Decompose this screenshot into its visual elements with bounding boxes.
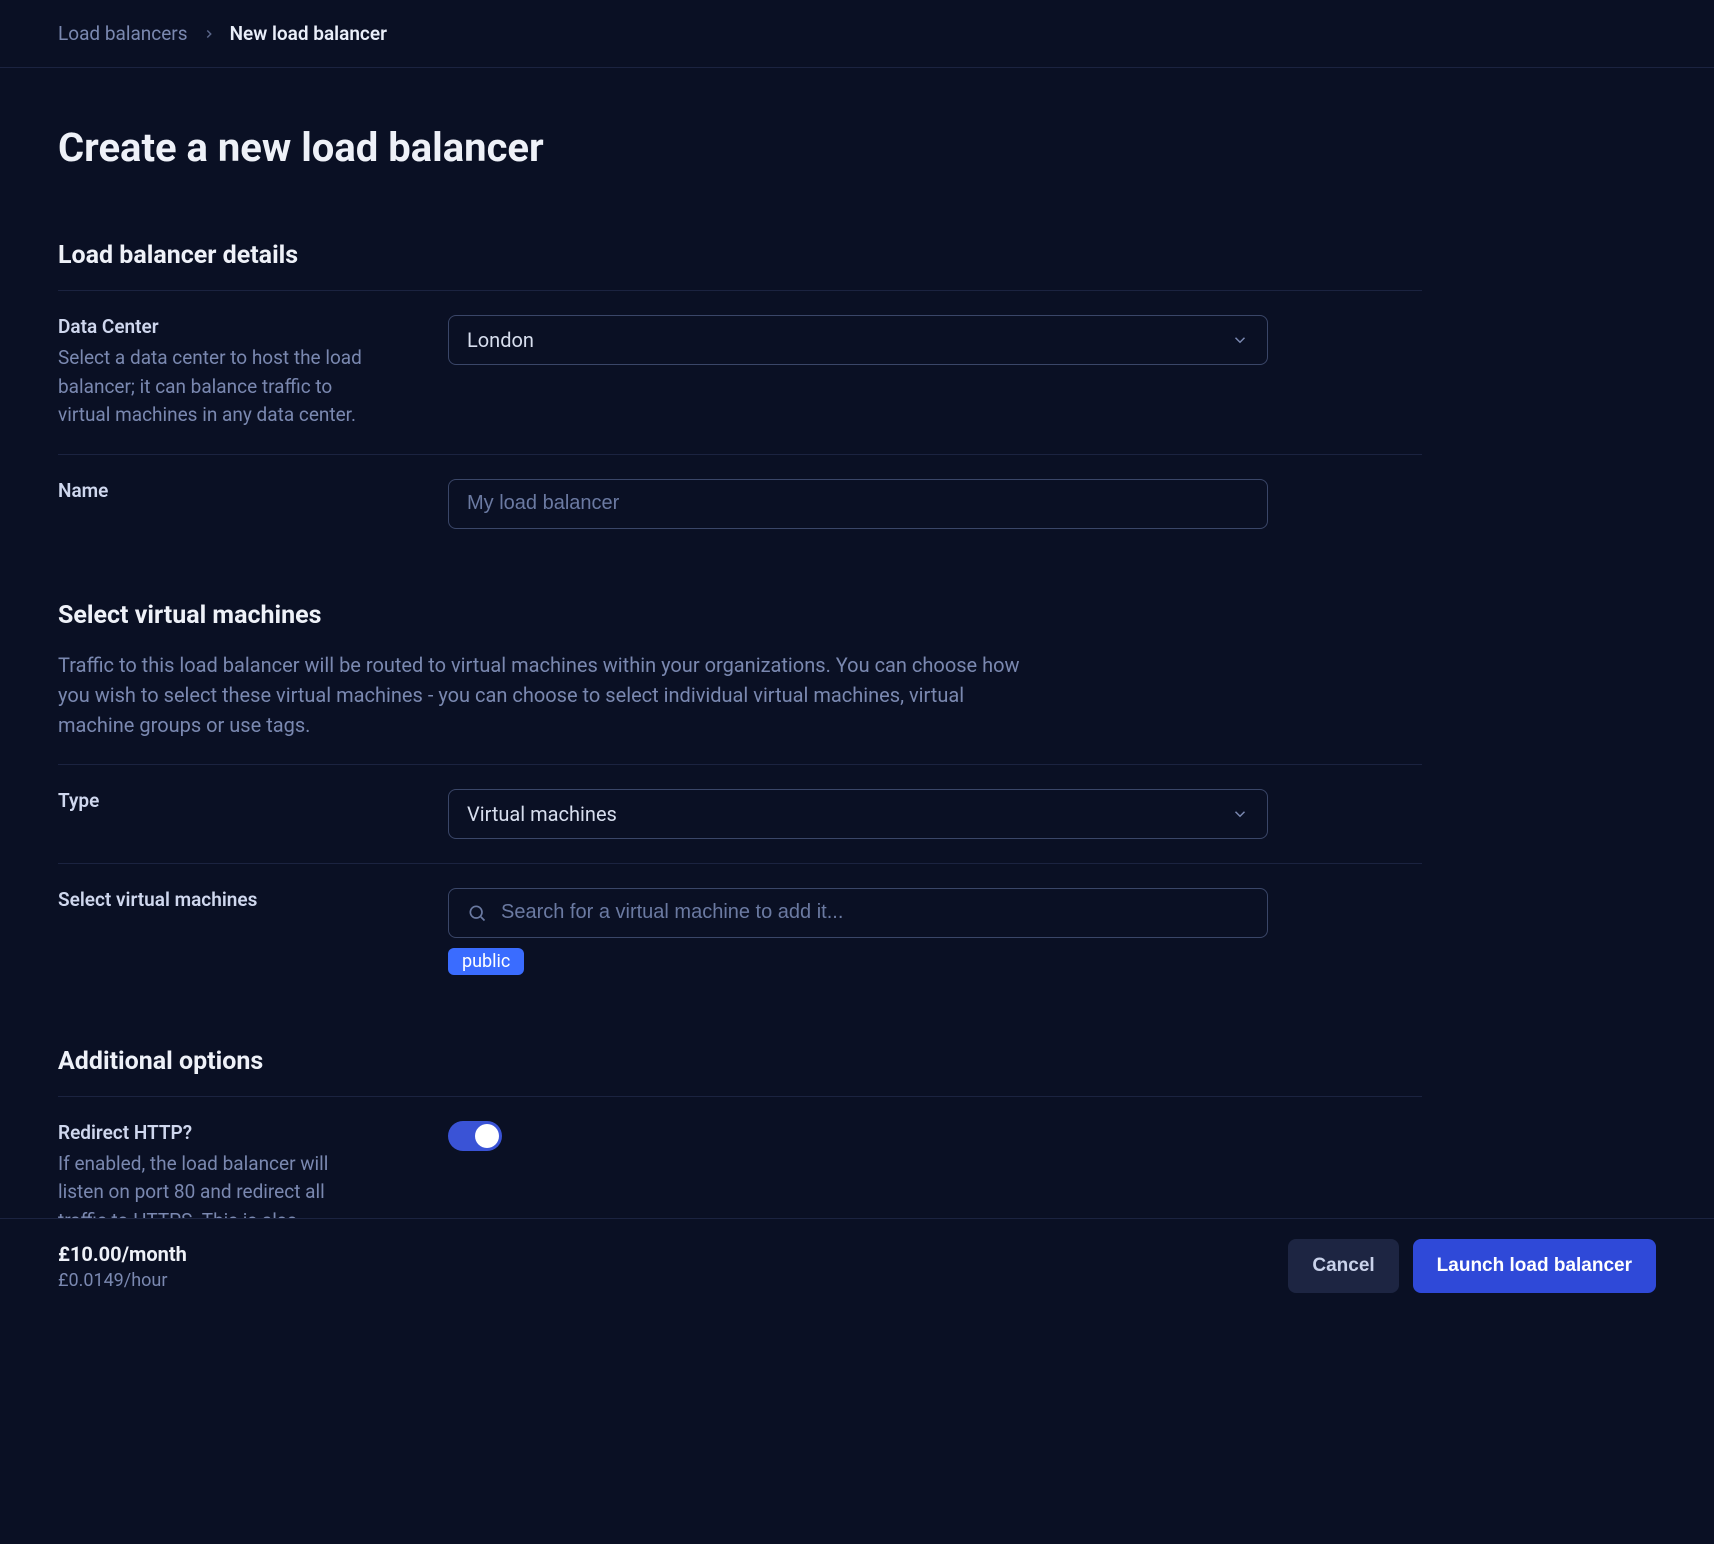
search-vms[interactable] [501, 889, 1249, 937]
section-title-additional: Additional options [58, 1047, 1422, 1076]
breadcrumb-current: New load balancer [230, 22, 387, 45]
price-hour: £0.0149/hour [58, 1270, 187, 1291]
price-month: £10.00/month [58, 1242, 187, 1266]
label-data-center: Data Center [58, 315, 418, 338]
search-icon [467, 903, 487, 923]
section-details: Load balancer details Data Center Select… [58, 241, 1422, 553]
select-data-center-value: London [467, 328, 534, 352]
launch-button[interactable]: Launch load balancer [1413, 1239, 1656, 1293]
select-type-value: Virtual machines [467, 802, 617, 826]
footer-bar: £10.00/month £0.0149/hour Cancel Launch … [0, 1218, 1714, 1313]
cancel-button[interactable]: Cancel [1288, 1239, 1398, 1293]
input-name-wrap [448, 479, 1268, 529]
label-redirect-http: Redirect HTTP? [58, 1121, 418, 1144]
pricing: £10.00/month £0.0149/hour [58, 1242, 187, 1291]
toggle-knob [475, 1124, 499, 1148]
input-name[interactable] [467, 480, 1249, 528]
chevron-down-icon [1231, 805, 1249, 823]
select-data-center[interactable]: London [448, 315, 1268, 365]
row-type: Type Virtual machines [58, 764, 1422, 863]
label-type: Type [58, 789, 418, 812]
row-name: Name [58, 454, 1422, 553]
search-vms-wrap [448, 888, 1268, 938]
label-select-vms: Select virtual machines [58, 888, 418, 911]
section-title-details: Load balancer details [58, 241, 1422, 270]
chevron-down-icon [1231, 331, 1249, 349]
toggle-redirect-http[interactable] [448, 1121, 502, 1151]
tag-public[interactable]: public [448, 948, 524, 975]
page-title: Create a new load balancer [58, 124, 1422, 171]
section-desc-vms: Traffic to this load balancer will be ro… [58, 650, 1028, 740]
section-title-vms: Select virtual machines [58, 601, 1422, 630]
row-data-center: Data Center Select a data center to host… [58, 290, 1422, 454]
select-type[interactable]: Virtual machines [448, 789, 1268, 839]
help-data-center: Select a data center to host the load ba… [58, 344, 378, 430]
breadcrumb: Load balancers New load balancer [0, 0, 1714, 68]
breadcrumb-load-balancers[interactable]: Load balancers [58, 22, 188, 45]
section-vms: Select virtual machines Traffic to this … [58, 601, 1422, 999]
label-name: Name [58, 479, 418, 502]
row-select-vms: Select virtual machines public [58, 863, 1422, 999]
chevron-right-icon [202, 27, 216, 41]
